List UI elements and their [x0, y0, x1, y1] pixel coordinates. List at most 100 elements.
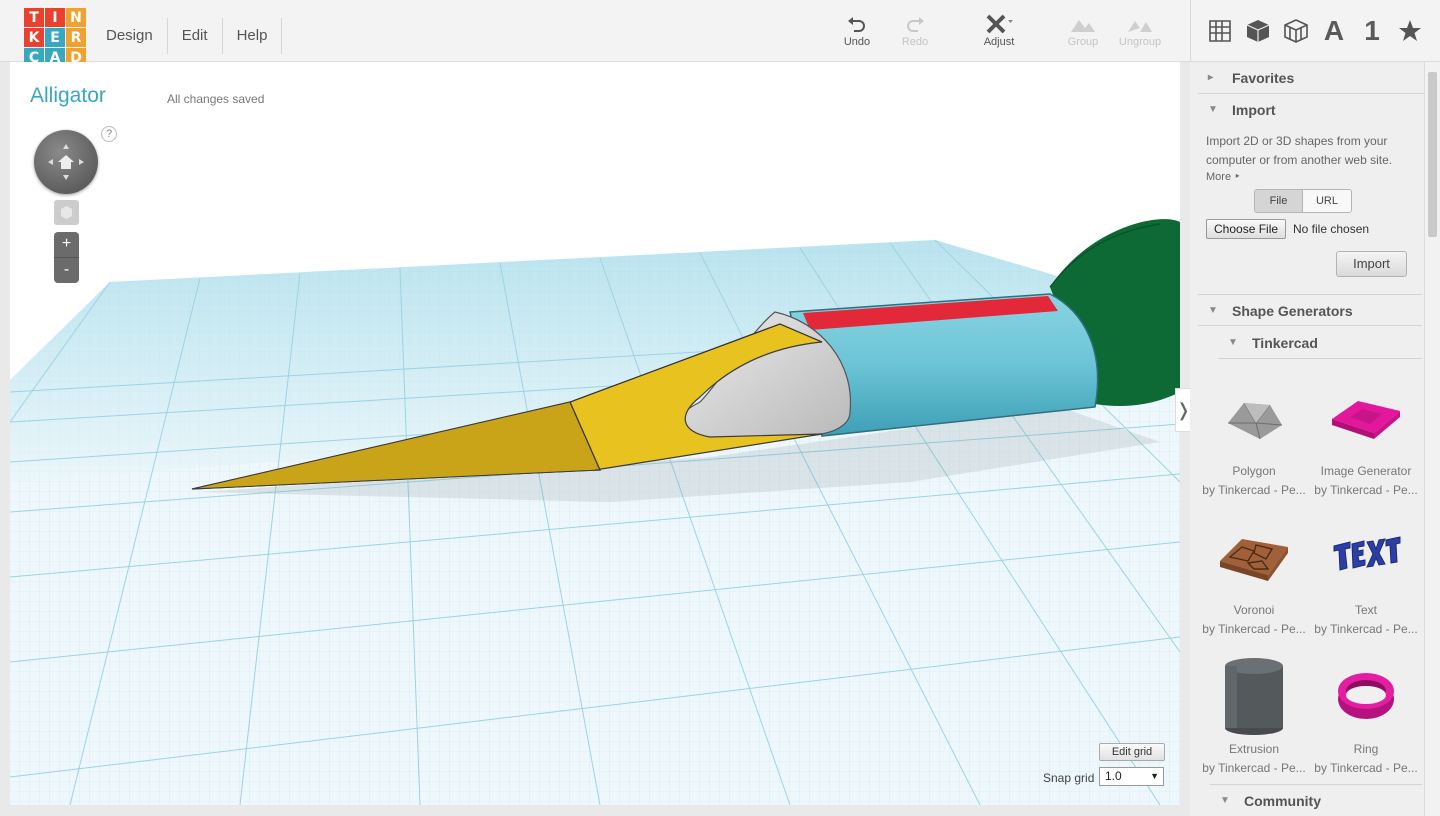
shape-author: by Tinkercad - Pe...	[1314, 483, 1418, 497]
import-source-toggle: File URL	[1254, 189, 1352, 213]
shape-card-text[interactable]: Text by Tinkercad - Pe...	[1310, 513, 1422, 652]
text-a-icon[interactable]: A	[1315, 11, 1353, 51]
ungroup-icon	[1110, 14, 1170, 36]
chevron-down-icon: ▼	[1228, 337, 1238, 348]
community-label: Community	[1244, 793, 1321, 809]
view-cube-icon	[61, 206, 72, 219]
star-icon[interactable]	[1391, 11, 1429, 51]
group-button[interactable]: Group	[1053, 14, 1113, 48]
more-link[interactable]: More ‣	[1190, 170, 1424, 183]
choose-file-button[interactable]: Choose File	[1206, 219, 1287, 239]
help-icon[interactable]: ?	[101, 126, 117, 142]
cube-outline-icon[interactable]	[1277, 11, 1315, 51]
shape-card-ring[interactable]: Ring by Tinkercad - Pe...	[1310, 652, 1422, 791]
shape-card-extrusion[interactable]: Extrusion by Tinkercad - Pe...	[1198, 652, 1310, 791]
shape-name: Voronoi	[1233, 603, 1275, 617]
ungroup-button[interactable]: Ungroup	[1110, 14, 1170, 48]
shape-card-voronoi[interactable]: Voronoi by Tinkercad - Pe...	[1198, 513, 1310, 652]
tab-file[interactable]: File	[1255, 190, 1303, 212]
shape-card-image-generator[interactable]: Image Generator by Tinkercad - Pe...	[1310, 374, 1422, 513]
extrusion-icon	[1198, 652, 1310, 740]
edit-grid-button[interactable]: Edit grid	[1099, 743, 1165, 761]
snap-grid-select[interactable]: 1.0 ▼	[1099, 767, 1164, 786]
menu-help[interactable]: Help	[223, 18, 283, 54]
shape-card-polygon[interactable]: Polygon by Tinkercad - Pe...	[1198, 374, 1310, 513]
import-button[interactable]: Import	[1336, 251, 1407, 277]
logo-letter: R	[66, 28, 86, 47]
menu-design[interactable]: Design	[92, 18, 168, 54]
snap-grid-value: 1.0	[1105, 769, 1122, 783]
import-description: Import 2D or 3D shapes from your compute…	[1206, 134, 1393, 167]
text-shape-icon	[1310, 513, 1422, 601]
undo-button[interactable]: Undo	[827, 14, 887, 48]
shape-name: Extrusion	[1228, 742, 1280, 756]
image-generator-icon	[1310, 374, 1422, 462]
main-menu: Design Edit Help	[92, 18, 283, 54]
adjust-icon	[969, 14, 1029, 36]
logo-letter: K	[24, 28, 44, 47]
redo-icon	[885, 14, 945, 36]
logo-letter: I	[45, 8, 65, 27]
collapse-panel-button[interactable]: ❭	[1175, 388, 1191, 432]
zoom-in-button[interactable]: +	[54, 232, 79, 257]
cube-icon[interactable]	[1239, 11, 1277, 51]
chevron-down-icon: ▼	[1220, 795, 1230, 806]
shape-author: by Tinkercad - Pe...	[1202, 761, 1306, 775]
shape-name: Text	[1354, 603, 1377, 617]
group-icon	[1053, 14, 1113, 36]
shape-gallery: Polygon by Tinkercad - Pe... Image Gener…	[1198, 374, 1422, 791]
logo-letter: T	[24, 8, 44, 27]
shape-name: Polygon	[1232, 464, 1276, 478]
chevron-down-icon: ▼	[1150, 771, 1159, 781]
import-label: Import	[1232, 102, 1276, 118]
grid-icon[interactable]	[1201, 11, 1239, 51]
adjust-button[interactable]: Adjust	[969, 14, 1029, 48]
adjust-label: Adjust	[983, 36, 1015, 48]
scrollbar-thumb[interactable]	[1428, 72, 1437, 237]
shape-name: Ring	[1353, 742, 1379, 756]
zoom-out-button[interactable]: -	[54, 257, 79, 282]
favorites-label: Favorites	[1232, 70, 1295, 86]
chevron-down-icon: ▼	[1208, 104, 1218, 115]
menu-edit[interactable]: Edit	[168, 18, 223, 54]
logo-letter: E	[45, 28, 65, 47]
section-favorites[interactable]: ▸ Favorites	[1198, 62, 1424, 94]
polygon-icon	[1198, 374, 1310, 462]
shape-generators-label: Shape Generators	[1232, 303, 1353, 319]
chevron-right-icon: ▸	[1208, 72, 1214, 83]
group-label: Group	[1067, 36, 1099, 48]
voronoi-icon	[1198, 513, 1310, 601]
tinkercad-logo[interactable]: T I N K E R C A D	[24, 8, 86, 68]
3d-scene[interactable]	[10, 62, 1180, 805]
ortho-view-button[interactable]	[54, 200, 79, 225]
snap-grid-label: Snap grid	[1043, 771, 1095, 785]
section-community[interactable]: ▼ Community	[1210, 784, 1422, 816]
shape-author: by Tinkercad - Pe...	[1202, 483, 1306, 497]
workplane-viewport[interactable]: Alligator All changes saved ? + - Edit g…	[10, 62, 1180, 805]
design-title[interactable]: Alligator	[30, 84, 106, 108]
ungroup-label: Ungroup	[1118, 36, 1162, 48]
ring-icon	[1310, 652, 1422, 740]
home-icon[interactable]	[34, 130, 98, 194]
sidebar-scrollbar[interactable]	[1424, 62, 1440, 816]
shape-name: Image Generator	[1320, 464, 1412, 478]
number-icon[interactable]: 1	[1353, 11, 1391, 51]
tinkercad-label: Tinkercad	[1252, 335, 1318, 351]
chevron-down-icon: ▼	[1208, 305, 1218, 316]
redo-label: Redo	[901, 36, 929, 48]
undo-label: Undo	[843, 36, 871, 48]
section-import[interactable]: ▼ Import	[1198, 94, 1424, 126]
shape-author: by Tinkercad - Pe...	[1202, 622, 1306, 636]
section-tinkercad[interactable]: ▼ Tinkercad	[1218, 327, 1422, 359]
view-toolbar: A 1	[1190, 0, 1429, 62]
redo-button[interactable]: Redo	[885, 14, 945, 48]
shapes-sidebar: ▸ Favorites ▼ Import Import 2D or 3D sha…	[1190, 62, 1424, 816]
tab-url[interactable]: URL	[1303, 190, 1351, 212]
orbit-control[interactable]	[34, 130, 98, 194]
section-shape-generators[interactable]: ▼ Shape Generators	[1198, 294, 1422, 326]
top-bar: T I N K E R C A D Design Edit Help Undo …	[0, 0, 1440, 67]
shape-author: by Tinkercad - Pe...	[1314, 761, 1418, 775]
logo-letter: N	[66, 8, 86, 27]
zoom-control: + -	[54, 232, 79, 283]
no-file-label: No file chosen	[1293, 222, 1370, 236]
